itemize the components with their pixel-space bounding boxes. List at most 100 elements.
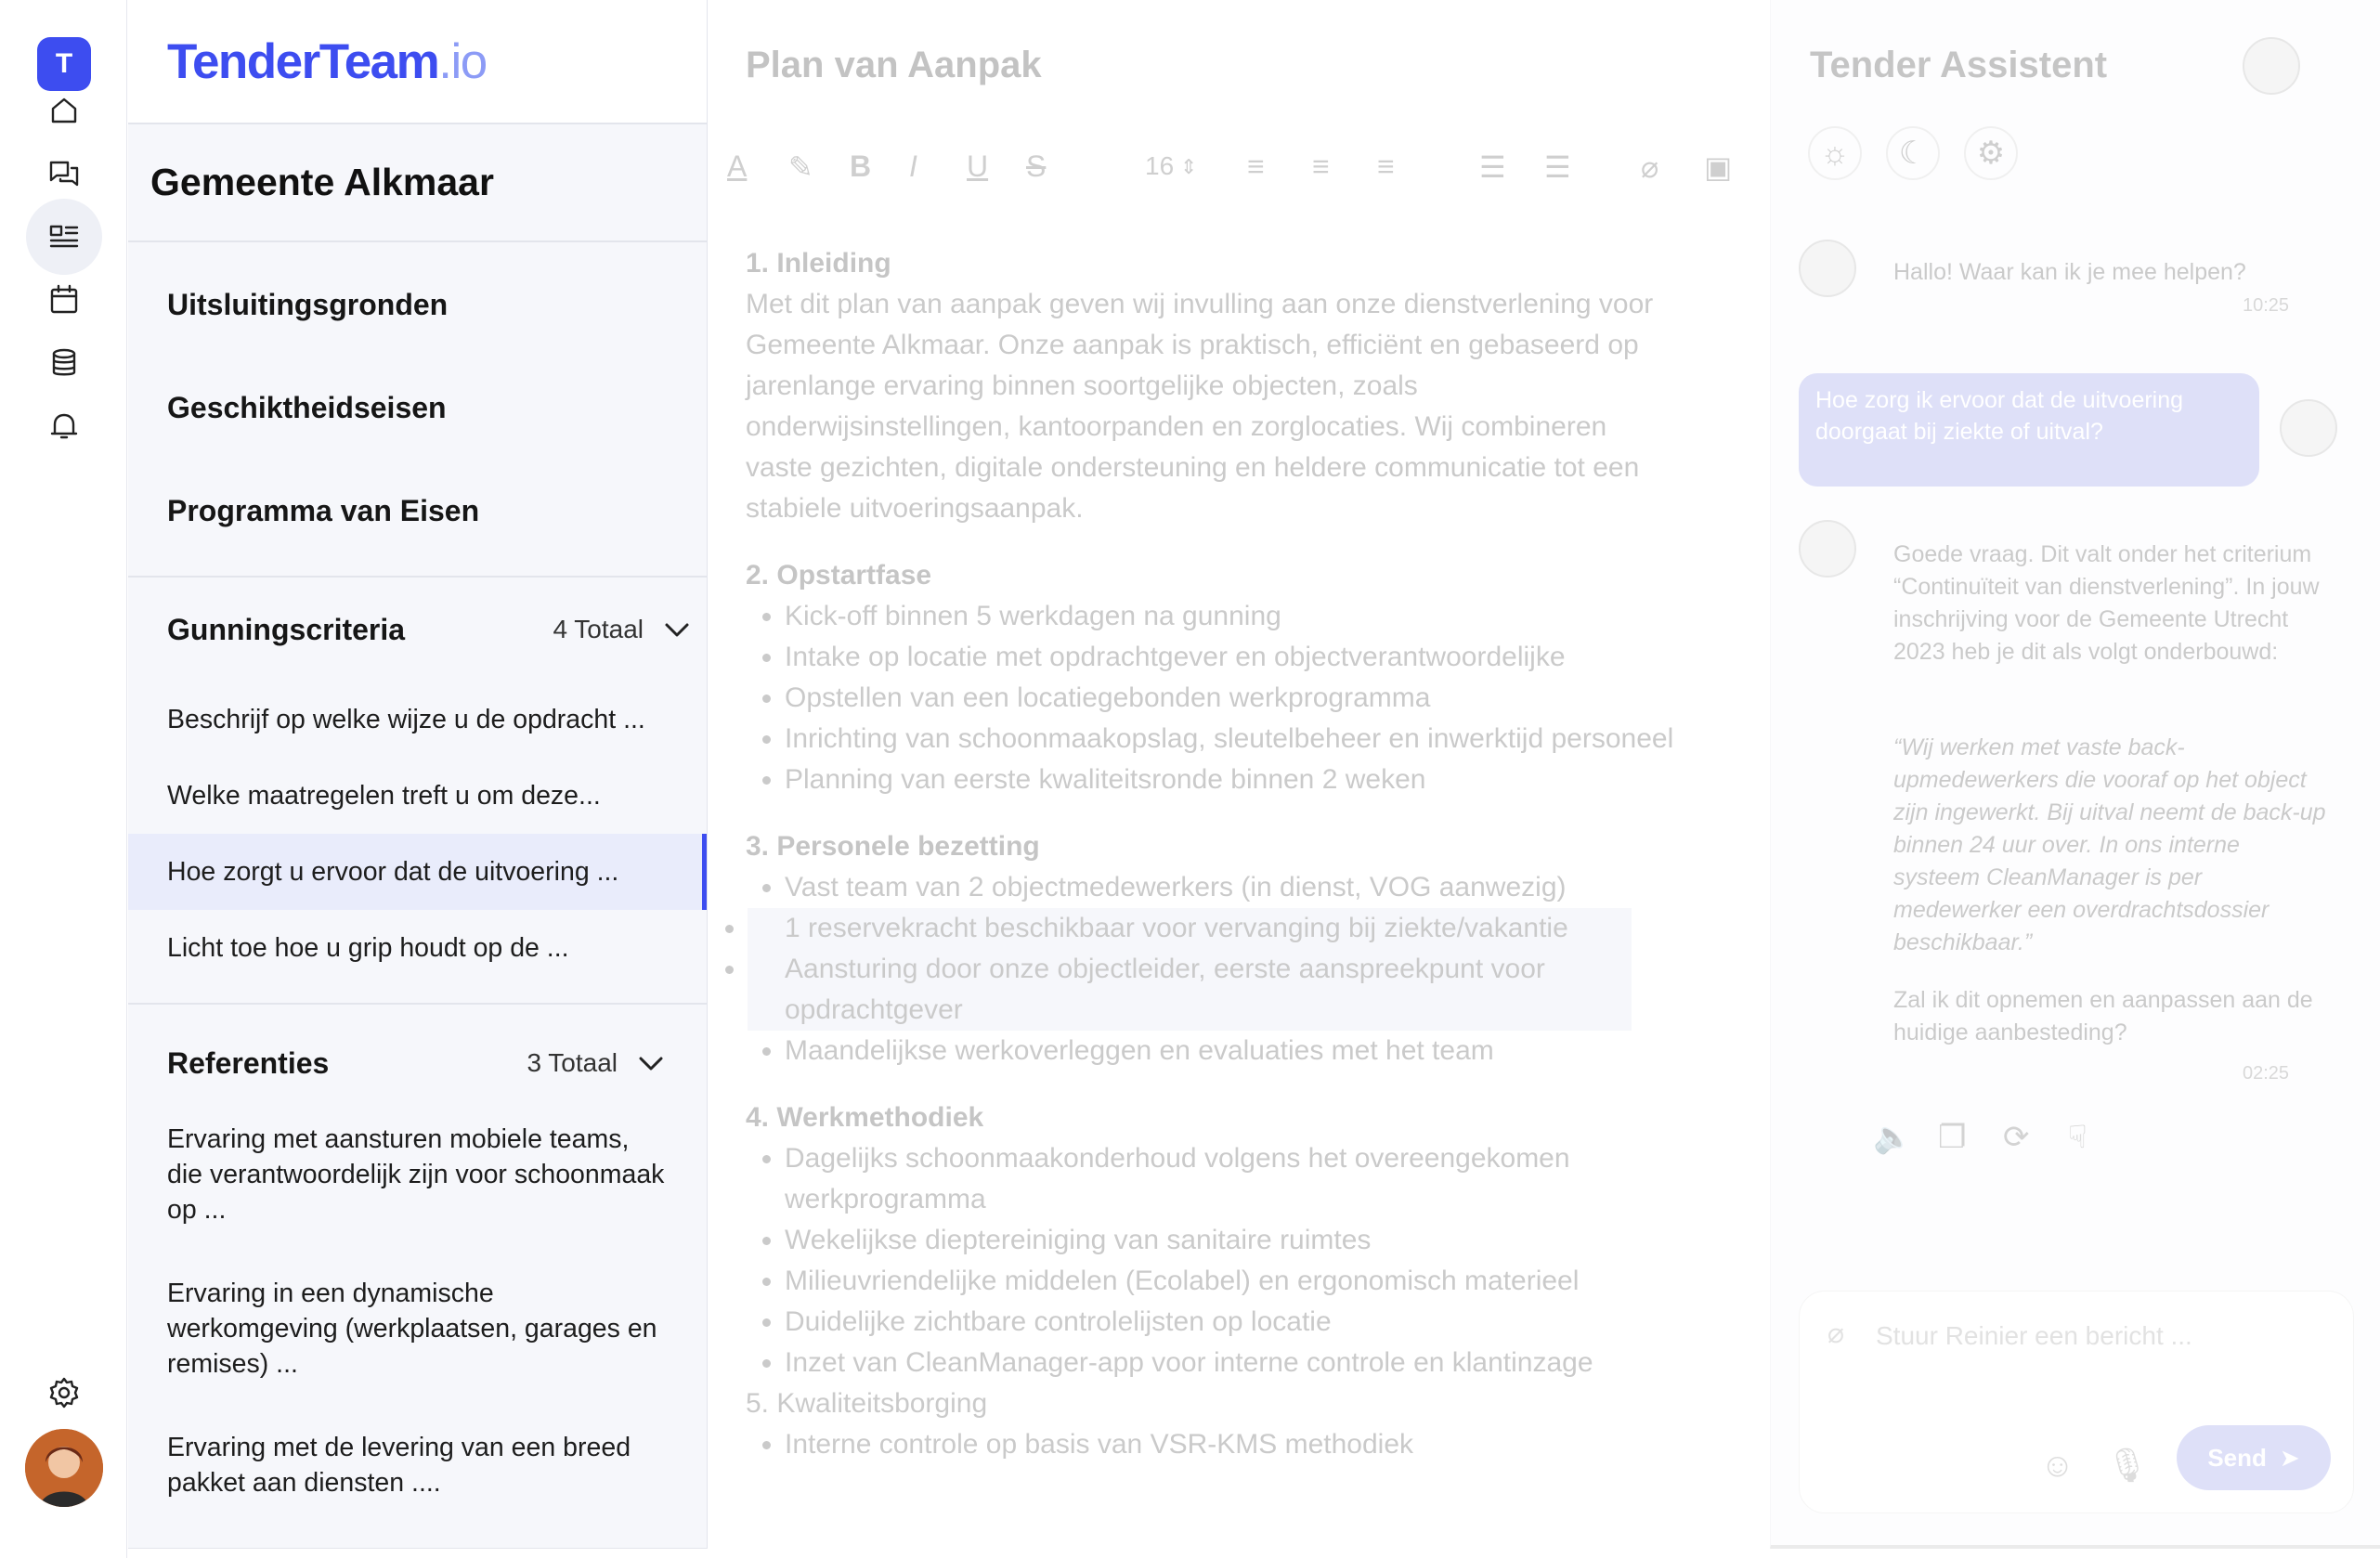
section-title: Referenties bbox=[167, 1045, 330, 1080]
notifications-button[interactable] bbox=[26, 388, 102, 464]
list-item[interactable]: Ervaring met de levering van een breed p… bbox=[128, 1430, 707, 1500]
numbered-list-icon[interactable]: ☰ bbox=[1479, 149, 1506, 185]
list-item: Vast team van 2 objectmedewerkers (in di… bbox=[785, 867, 1674, 908]
list-item: Dagelijks schoonmaakonderhoud volgens he… bbox=[785, 1138, 1674, 1220]
document-title: Plan van Aanpak bbox=[746, 45, 1042, 85]
calendar-icon bbox=[50, 284, 78, 314]
chat-icon bbox=[49, 161, 79, 187]
list-item: Inzet van CleanManager-app voor interne … bbox=[785, 1343, 1674, 1383]
highlight-icon[interactable]: ✎ bbox=[788, 149, 813, 185]
section-heading: 5. Kwaliteitsborging bbox=[746, 1388, 988, 1419]
nav-item-geschiktheidseisen[interactable]: Geschiktheidseisen bbox=[128, 357, 707, 460]
gear-icon: ⚙ bbox=[1976, 136, 2006, 171]
brand-name: TenderTeam bbox=[167, 33, 440, 89]
section-count: 3 Totaal bbox=[527, 1048, 618, 1077]
list-item[interactable]: Beschrijf op welke wijze u de opdracht .… bbox=[128, 682, 707, 758]
align-right-icon[interactable]: ≡ bbox=[1377, 149, 1395, 184]
section-heading: 2. Opstartfase bbox=[746, 560, 932, 591]
align-center-icon[interactable]: ≡ bbox=[1312, 149, 1330, 184]
list-item: Planning van eerste kwaliteitsronde binn… bbox=[785, 760, 1674, 800]
attachment-icon[interactable]: ⌀ bbox=[1827, 1318, 1844, 1350]
send-icon: ➤ bbox=[2279, 1443, 2300, 1472]
gunningscriteria-section: Gunningscriteria 4 Totaal Beschrijf op w… bbox=[128, 578, 707, 1005]
message-composer[interactable]: ⌀ Stuur Reinier een bericht ... ☺ 🎙 Send… bbox=[1799, 1291, 2354, 1513]
bot-followup: Zal ik dit opnemen en aanpassen aan de h… bbox=[1893, 987, 2313, 1045]
formatting-toolbar: A ✎ B I U S 16 ⇕ ≡ ≡ ≡ ☰ ☰ ⌀ ▣ bbox=[709, 135, 1769, 196]
list-item: Opstellen van een locatiegebonden werkpr… bbox=[785, 678, 1674, 719]
gunningscriteria-header[interactable]: Gunningscriteria 4 Totaal bbox=[128, 578, 707, 682]
section-title: Gunningscriteria bbox=[167, 612, 406, 646]
send-label: Send bbox=[2207, 1443, 2267, 1472]
list-item-selected[interactable]: Hoe zorgt u ervoor dat de uitvoering ... bbox=[128, 834, 707, 910]
list-item[interactable]: Licht toe hoe u grip houdt op de ... bbox=[128, 910, 707, 986]
document-body[interactable]: 1. Inleiding Met dit plan van aanpak gev… bbox=[746, 243, 1674, 1465]
list-item[interactable]: Ervaring in een dynamische werkomgeving … bbox=[128, 1276, 707, 1382]
brand-logo[interactable]: TenderTeam .io bbox=[128, 0, 707, 124]
section-heading: 3. Personele bezetting bbox=[746, 831, 1040, 862]
text-color-icon[interactable]: A bbox=[727, 149, 747, 184]
requirements-nav: Uitsluitingsgronden Geschiktheidseisen P… bbox=[128, 242, 707, 578]
bot-message: Goede vraag. Dit valt onder het criteriu… bbox=[1893, 541, 2320, 665]
stepper-icon[interactable]: ⇕ bbox=[1180, 155, 1197, 179]
referenties-section: Referenties 3 Totaal Ervaring met aanstu… bbox=[128, 1005, 707, 1500]
bullet-list: Interne controle op basis van VSR-KMS me… bbox=[746, 1424, 1674, 1465]
bold-icon[interactable]: B bbox=[850, 149, 871, 184]
document-editor: Plan van Aanpak A ✎ B I U S 16 ⇕ ≡ ≡ ≡ ☰… bbox=[709, 0, 1769, 1549]
user-message-text: Hoe zorg ik ervoor dat de uitvoering doo… bbox=[1815, 387, 2184, 445]
gear-icon bbox=[49, 1377, 79, 1409]
nav-item-uitsluitingsgronden[interactable]: Uitsluitingsgronden bbox=[128, 253, 707, 357]
home-icon bbox=[51, 97, 77, 123]
emoji-icon[interactable]: ☺ bbox=[2040, 1446, 2074, 1485]
user-avatar[interactable] bbox=[25, 1429, 103, 1507]
list-item: Duidelijke zichtbare controlelijsten op … bbox=[785, 1302, 1674, 1343]
send-button[interactable]: Send ➤ bbox=[2177, 1425, 2331, 1490]
database-icon bbox=[52, 348, 76, 376]
list-item: Intake op locatie met opdrachtgever en o… bbox=[785, 637, 1674, 678]
list-item[interactable]: Welke maatregelen treft u om deze... bbox=[128, 758, 707, 834]
refresh-icon[interactable]: ⟳ bbox=[2003, 1119, 2030, 1156]
assistant-panel: Tender Assistent ☼ ☾ ⚙ Hallo! Waar kan i… bbox=[1770, 0, 2380, 1549]
italic-icon[interactable]: I bbox=[909, 149, 917, 184]
referenties-header[interactable]: Referenties 3 Totaal bbox=[128, 1005, 707, 1122]
settings-button[interactable] bbox=[26, 1355, 102, 1431]
organization-name: Gemeente Alkmaar bbox=[150, 161, 494, 203]
attachment-icon[interactable]: ⌀ bbox=[1641, 149, 1658, 185]
align-left-icon[interactable]: ≡ bbox=[1247, 149, 1265, 184]
user-message: Hoe zorg ik ervoor dat de uitvoering doo… bbox=[1799, 373, 2259, 487]
document-list-icon bbox=[49, 225, 79, 248]
sun-icon: ☼ bbox=[1820, 135, 1850, 171]
bot-avatar bbox=[1799, 240, 1856, 297]
speaker-icon[interactable]: 🔈 bbox=[1873, 1119, 1912, 1156]
strikethrough-icon[interactable]: S bbox=[1026, 149, 1046, 184]
nav-item-programma-van-eisen[interactable]: Programma van Eisen bbox=[128, 460, 707, 563]
list-item[interactable]: Ervaring met aansturen mobiele teams, di… bbox=[128, 1122, 707, 1227]
list-item-highlighted: 1 reservekracht beschikbaar voor vervang… bbox=[748, 908, 1632, 949]
icon-rail: T bbox=[0, 0, 127, 1558]
bullet-list: Dagelijks schoonmaakonderhoud volgens he… bbox=[746, 1138, 1674, 1383]
thumbs-down-icon[interactable]: ☟ bbox=[2068, 1119, 2087, 1156]
bullet-list-icon[interactable]: ☰ bbox=[1544, 149, 1571, 185]
assistant-settings-button[interactable]: ⚙ bbox=[1964, 126, 2018, 180]
message-time: 10:25 bbox=[2243, 295, 2290, 316]
underline-icon[interactable]: U bbox=[967, 149, 988, 184]
microphone-icon[interactable]: 🎙 bbox=[2106, 1446, 2149, 1485]
bot-avatar bbox=[1799, 520, 1856, 578]
section-heading: 4. Werkmethodiek bbox=[746, 1102, 984, 1133]
assistant-title: Tender Assistent bbox=[1810, 45, 2108, 85]
chevron-down-icon bbox=[639, 1057, 663, 1071]
message-input[interactable]: Stuur Reinier een bericht ... bbox=[1876, 1321, 2192, 1351]
copy-icon[interactable]: ❐ bbox=[1938, 1119, 1966, 1156]
list-item: Kick-off binnen 5 werkdagen na gunning bbox=[785, 596, 1674, 637]
light-mode-button[interactable]: ☼ bbox=[1808, 126, 1862, 180]
bell-icon bbox=[50, 413, 78, 439]
bullet-list: Kick-off binnen 5 werkdagen na gunning I… bbox=[746, 596, 1674, 800]
bot-quote: “Wij werken met vaste back-upmedewerkers… bbox=[1893, 734, 2326, 955]
list-item: Milieuvriendelijke middelen (Ecolabel) e… bbox=[785, 1261, 1674, 1302]
list-item: Inrichting van schoonmaakopslag, sleutel… bbox=[785, 719, 1674, 760]
user-chat-avatar bbox=[2280, 399, 2337, 457]
font-size-select[interactable]: 16 bbox=[1145, 151, 1174, 181]
image-icon[interactable]: ▣ bbox=[1704, 149, 1732, 185]
assistant-avatar bbox=[2243, 37, 2300, 95]
dark-mode-button[interactable]: ☾ bbox=[1886, 126, 1940, 180]
moon-icon: ☾ bbox=[1898, 136, 1928, 171]
